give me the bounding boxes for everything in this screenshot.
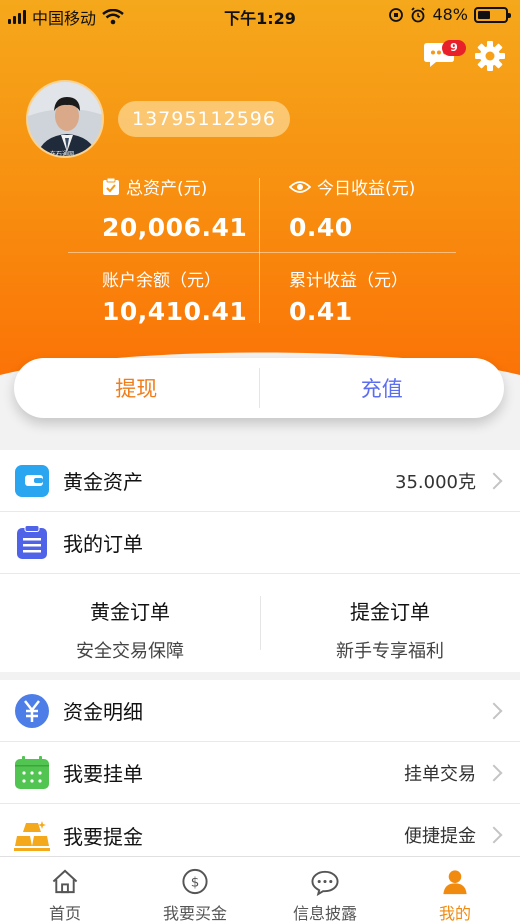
avatar[interactable]: 东石通网	[26, 80, 104, 158]
chevron-right-icon	[485, 472, 503, 489]
my-orders-title: 我的订单	[63, 532, 143, 556]
today-income-value: 0.40	[289, 213, 353, 242]
phone-number: 13795112596	[118, 101, 290, 137]
gold-assets-value: 35.000克	[395, 471, 476, 493]
wallet-icon	[15, 464, 49, 497]
total-assets: 总资产(元) 20,006.41	[102, 174, 247, 242]
calendar-icon	[15, 755, 49, 789]
tab-mine[interactable]: 我的	[390, 857, 520, 924]
pickup-order-subtitle: 新手专享福利	[336, 641, 444, 662]
balance-value: 10,410.41	[102, 297, 248, 326]
place-order-row[interactable]: 我要挂单 挂单交易	[0, 742, 520, 804]
chat-bubble-icon	[311, 870, 339, 896]
cumulative-income: 累计收益（元） 0.41	[289, 266, 408, 326]
yen-icon	[15, 693, 49, 728]
asset-stats: 总资产(元) 20,006.41 今日收益(元) 0.40 账户余额（元） 10…	[0, 170, 520, 330]
tab-home-label: 首页	[48, 904, 81, 923]
tab-disclosure[interactable]: 信息披露	[260, 857, 390, 924]
chevron-right-icon	[485, 702, 503, 719]
tab-bar: 首页 $ 我要买金 信息披露 我的	[0, 856, 520, 924]
order-list-icon	[17, 524, 47, 559]
tab-mine-label: 我的	[438, 904, 471, 923]
gear-icon[interactable]	[474, 40, 506, 72]
battery-icon	[474, 6, 511, 23]
gold-assets-row[interactable]: 黄金资产 35.000克	[0, 450, 520, 512]
gold-bars-icon	[14, 821, 50, 851]
gold-order-title: 黄金订单	[90, 600, 170, 624]
stats-horizontal-divider	[68, 252, 456, 253]
pickup-order-title: 提金订单	[350, 600, 430, 624]
total-assets-value: 20,006.41	[102, 213, 248, 242]
orientation-lock-icon	[389, 7, 404, 22]
cumulative-value: 0.41	[289, 297, 353, 326]
action-card: 提现 充值	[14, 358, 504, 418]
place-order-title: 我要挂单	[63, 762, 143, 786]
user-icon	[443, 870, 467, 895]
tab-buy-gold[interactable]: $ 我要买金	[130, 857, 260, 924]
message-badge: 9	[442, 40, 466, 56]
place-order-value: 挂单交易	[404, 763, 476, 785]
fund-detail-title: 资金明细	[63, 700, 143, 724]
svg-text:$: $	[191, 874, 200, 890]
cumulative-label: 累计收益（元）	[289, 271, 408, 291]
gold-order-button[interactable]: 黄金订单 安全交易保障	[0, 574, 260, 672]
battery-percent: 48%	[432, 5, 468, 24]
today-income: 今日收益(元) 0.40	[289, 174, 415, 242]
withdraw-button[interactable]: 提现	[14, 358, 259, 418]
order-types: 黄金订单 安全交易保障 提金订单 新手专享福利	[0, 574, 520, 672]
home-icon	[52, 869, 78, 894]
gold-order-subtitle: 安全交易保障	[76, 641, 184, 662]
clipboard-icon	[103, 177, 119, 195]
recharge-button[interactable]: 充值	[260, 358, 505, 418]
services-section: 资金明细 我要挂单 挂单交易 我要提金 便捷提金	[0, 680, 520, 866]
tab-home[interactable]: 首页	[0, 857, 130, 924]
assets-section: 黄金资产 35.000克 我的订单 黄金订单 安全交易保障 提金订单 新手专享福…	[0, 450, 520, 672]
pickup-gold-title: 我要提金	[63, 824, 143, 849]
tab-disclosure-label: 信息披露	[292, 904, 357, 923]
my-orders-row[interactable]: 我的订单	[0, 512, 520, 574]
gold-assets-title: 黄金资产	[63, 470, 143, 494]
chevron-right-icon	[485, 826, 503, 844]
order-divider	[260, 596, 261, 650]
fund-detail-row[interactable]: 资金明细	[0, 680, 520, 742]
balance-label: 账户余额（元）	[102, 271, 221, 291]
pickup-gold-value: 便捷提金	[404, 826, 476, 847]
today-income-label: 今日收益(元)	[317, 179, 416, 199]
pickup-order-button[interactable]: 提金订单 新手专享福利	[260, 574, 520, 672]
chevron-right-icon	[485, 764, 503, 781]
total-assets-label: 总资产(元)	[126, 179, 208, 199]
status-bar: 中国移动 下午1:29 48%	[0, 0, 520, 30]
eye-icon[interactable]	[289, 180, 311, 194]
tab-buy-gold-label: 我要买金	[162, 904, 227, 923]
account-balance: 账户余额（元） 10,410.41	[102, 266, 247, 326]
stats-vertical-divider	[259, 178, 260, 323]
alarm-icon	[411, 6, 426, 22]
dollar-coin-icon: $	[182, 868, 208, 895]
